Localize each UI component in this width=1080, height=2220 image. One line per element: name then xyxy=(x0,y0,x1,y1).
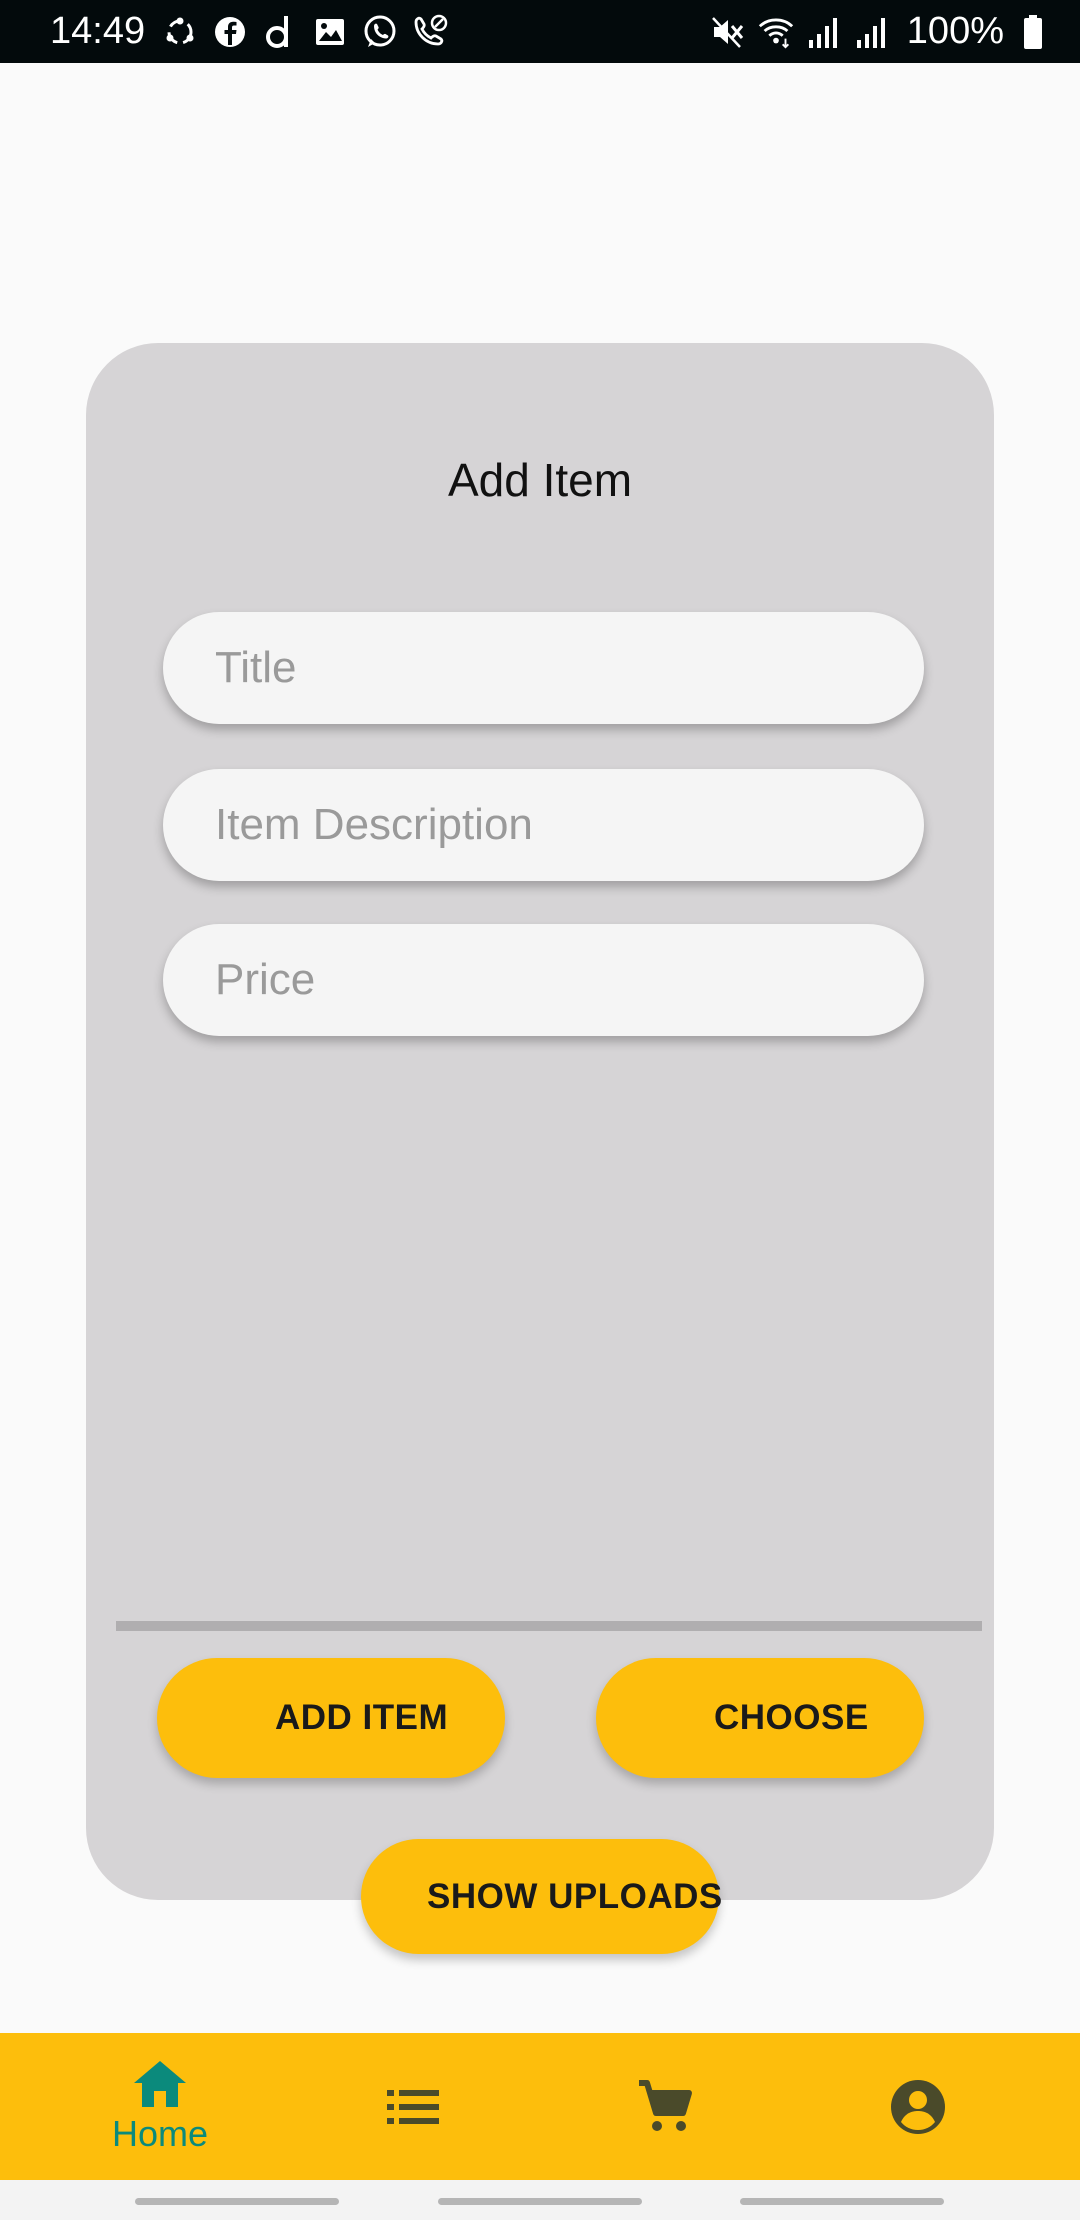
facebook-icon xyxy=(210,12,250,52)
system-status: 100% xyxy=(709,10,1052,53)
add-item-card: Add Item ADD ITEM CHOOSE xyxy=(86,343,994,1900)
notification-icons xyxy=(160,12,450,52)
nav-item-list[interactable] xyxy=(333,2033,493,2180)
nav-item-cart[interactable] xyxy=(585,2033,745,2180)
wifi-call-icon xyxy=(410,12,450,52)
nav-item-account[interactable] xyxy=(838,2033,998,2180)
recent-apps-handle[interactable] xyxy=(135,2198,339,2205)
list-icon xyxy=(387,2089,439,2124)
status-bar: 14:49 100% xyxy=(0,0,1080,63)
gallery-icon xyxy=(310,12,350,52)
mute-icon xyxy=(709,12,747,52)
battery-level: 100% xyxy=(906,10,1004,52)
title-input[interactable] xyxy=(163,612,924,724)
description-field[interactable] xyxy=(163,769,924,881)
card-title: Add Item xyxy=(447,454,633,506)
show-uploads-button[interactable]: SHOW UPLOADS xyxy=(361,1839,722,1954)
d-app-icon xyxy=(260,12,300,52)
cart-icon xyxy=(639,2079,692,2131)
status-time: 14:49 xyxy=(50,10,146,52)
wifi-icon xyxy=(757,12,795,52)
title-field[interactable] xyxy=(163,612,924,724)
signal-icon xyxy=(853,12,891,52)
back-handle[interactable] xyxy=(740,2198,944,2205)
add-item-button[interactable]: ADD ITEM xyxy=(157,1658,505,1778)
battery-icon xyxy=(1014,12,1052,52)
sync-icon xyxy=(160,12,200,52)
nav-label-home: Home xyxy=(111,2112,209,2154)
signal-icon xyxy=(805,12,843,52)
bottom-navigation: Home xyxy=(0,2033,1080,2180)
price-input[interactable] xyxy=(163,924,924,1036)
progress-divider xyxy=(116,1621,982,1631)
system-navigation-bar xyxy=(0,2180,1080,2220)
whatsapp-icon xyxy=(360,12,400,52)
description-input[interactable] xyxy=(163,769,924,881)
home-handle[interactable] xyxy=(438,2198,642,2205)
nav-item-home[interactable]: Home xyxy=(80,2033,240,2180)
account-icon xyxy=(891,2079,945,2134)
choose-button[interactable]: CHOOSE xyxy=(596,1658,924,1778)
home-icon xyxy=(134,2060,186,2107)
price-field[interactable] xyxy=(163,924,924,1036)
